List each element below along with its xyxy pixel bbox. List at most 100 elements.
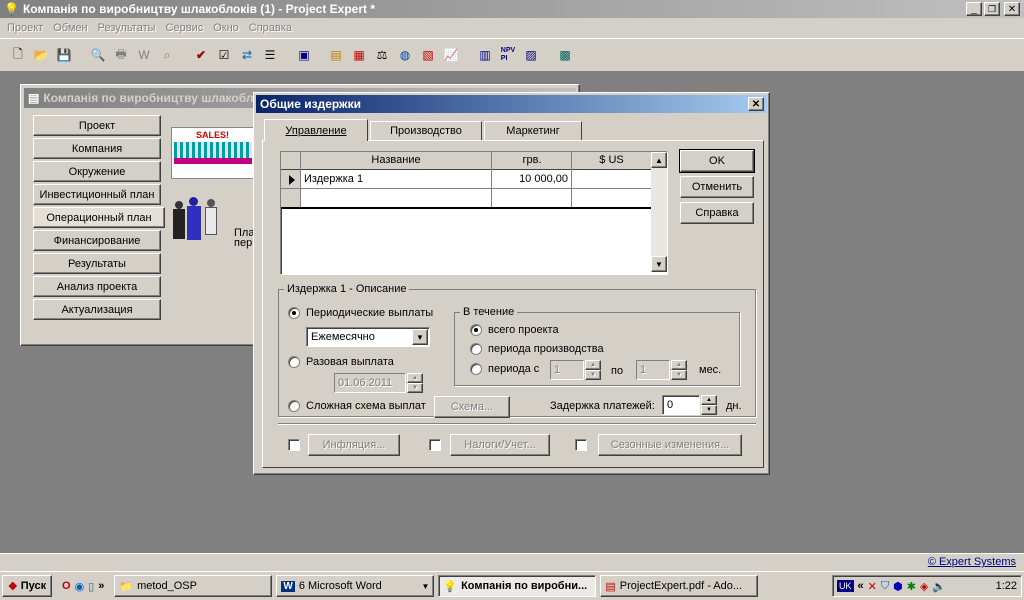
delay-field[interactable]: 0 [662,395,700,415]
delay-spinner[interactable]: ▲ ▼ [701,395,717,415]
complex-radio[interactable] [288,400,300,412]
cashflow-chart-icon[interactable]: ▦ [349,45,369,65]
volume-icon[interactable]: 🔈 [932,580,946,593]
date-spin-down-icon[interactable]: ▼ [407,383,423,393]
graph-icon[interactable]: 📈 [441,45,461,65]
close-button[interactable]: ✕ [1004,2,1020,16]
bar-chart-icon[interactable]: ▥ [475,45,495,65]
shield-icon[interactable]: ⛉ [881,580,889,593]
npv-icon[interactable]: NPV PI [498,45,518,65]
opera-icon[interactable]: O [62,580,71,592]
dropdown-arrow-icon[interactable]: ▼ [412,329,428,345]
delay-spin-up-icon[interactable]: ▲ [701,395,717,405]
grid-report-icon[interactable]: ▩ [555,45,575,65]
production-period-radio[interactable] [470,343,482,355]
gear-icon[interactable]: ✱ [907,580,916,593]
help-button[interactable]: Справка [680,202,754,224]
ok-button[interactable]: OK [679,149,755,173]
date-spinner[interactable]: ▲ ▼ [407,373,423,393]
to-spin-up-icon[interactable]: ▲ [671,360,687,370]
save-icon[interactable]: 💾 [54,45,74,65]
periodic-label[interactable]: Периодические выплаты [306,307,433,319]
taskbar-item-project-expert[interactable]: 💡 Компанія по виробни... [438,575,597,597]
scroll-down-button[interactable]: ▼ [651,256,667,272]
to-spin-down-icon[interactable]: ▼ [671,370,687,380]
scroll-up-button[interactable]: ▲ [651,152,667,168]
nav-financing[interactable]: Финансирование [33,230,161,251]
globe-icon[interactable]: ◍ [395,45,415,65]
to-field[interactable]: 1 [636,360,670,380]
checklist-icon[interactable]: ☑ [214,45,234,65]
nav-operational-plan[interactable]: Операционный план [33,207,165,228]
from-spin-up-icon[interactable]: ▲ [585,360,601,370]
menu-project[interactable]: Проект [2,19,48,37]
nav-results[interactable]: Результаты [33,253,161,274]
list-icon[interactable]: ☰ [260,45,280,65]
report-icon[interactable]: ▧ [418,45,438,65]
inflation-checkbox[interactable] [288,439,300,451]
periodic-radio[interactable] [288,307,300,319]
tab-production[interactable]: Производство [370,121,482,140]
menu-help[interactable]: Справка [244,19,297,37]
from-field[interactable]: 1 [550,360,584,380]
from-spinner[interactable]: ▲ ▼ [585,360,601,380]
tab-management[interactable]: Управление [264,119,368,141]
media-player-icon[interactable]: ◉ [75,580,85,593]
whole-project-label[interactable]: всего проекта [488,324,559,336]
date-spin-up-icon[interactable]: ▲ [407,373,423,383]
one-time-date-field[interactable]: 01.06.2011 [334,373,406,393]
sync-icon[interactable]: ⇄ [237,45,257,65]
grid-header-name[interactable]: Название [301,154,491,166]
nav-company[interactable]: Компания [33,138,161,159]
antivirus-icon[interactable]: ⬢ [893,580,903,593]
menu-window[interactable]: Окно [208,19,244,37]
cancel-button[interactable]: Отменить [680,176,754,198]
word-export-icon[interactable]: W [134,45,154,65]
whole-project-radio[interactable] [470,324,482,336]
grid-header-usd[interactable]: $ US [572,154,651,166]
taxes-checkbox[interactable] [429,439,441,451]
print-preview-icon[interactable]: 🔍 [88,45,108,65]
start-button[interactable]: ❖ Пуск [2,575,52,597]
grid-header-uah[interactable]: грв. [492,154,572,166]
network-icon[interactable]: ✕ [868,580,877,593]
menu-service[interactable]: Сервис [161,19,209,37]
new-file-icon[interactable]: 🗋 [8,45,28,65]
period-from-label[interactable]: периода с [488,363,539,375]
menu-exchange[interactable]: Обмен [48,19,92,37]
search-doc-icon[interactable]: ⌕ [157,45,177,65]
nav-project[interactable]: Проект [33,115,161,136]
analysis-icon[interactable]: ▨ [521,45,541,65]
inflation-button[interactable]: Инфляция... [308,434,400,456]
screen-icon[interactable]: ▣ [294,45,314,65]
scheme-button[interactable]: Схема... [434,396,510,418]
one-time-label[interactable]: Разовая выплата [306,356,394,368]
taskbar-item-folder[interactable]: 📁 metod_OSP [114,575,273,597]
print-icon[interactable]: 🖶 [111,45,131,65]
dialog-close-button[interactable]: ✕ [748,97,764,111]
minimize-button[interactable]: _ [966,2,982,16]
nav-investment-plan[interactable]: Инвестиционный план [33,184,161,205]
to-spinner[interactable]: ▲ ▼ [671,360,687,380]
language-indicator[interactable]: UK [837,580,854,592]
production-period-label[interactable]: периода производства [488,343,604,355]
seasonal-button[interactable]: Сезонные изменения... [598,434,742,456]
frequency-select[interactable]: Ежемесячно ▼ [306,327,430,347]
check-icon[interactable]: ✔ [191,45,211,65]
from-spin-down-icon[interactable]: ▼ [585,370,601,380]
tray-expand-icon[interactable]: « [858,580,864,592]
balance-icon[interactable]: ⚖ [372,45,392,65]
update-icon[interactable]: ◈ [920,580,928,593]
nav-project-analysis[interactable]: Анализ проекта [33,276,161,297]
restore-button[interactable]: ❐ [984,2,1000,16]
taskbar-item-word[interactable]: W 6 Microsoft Word ▼ [276,575,435,597]
one-time-radio[interactable] [288,356,300,368]
expert-systems-link[interactable]: © Expert Systems [928,556,1016,568]
nav-actualization[interactable]: Актуализация [33,299,161,320]
period-from-radio[interactable] [470,363,482,375]
menu-results[interactable]: Результаты [93,19,161,37]
chevron-more-icon[interactable]: » [98,580,104,592]
costs-grid[interactable]: Название грв. $ US Издержка 1 10 000,00 … [280,151,668,275]
grid-scrollbar[interactable]: ▲ ▼ [651,152,667,272]
grid-row-uah[interactable]: 10 000,00 [494,173,568,185]
